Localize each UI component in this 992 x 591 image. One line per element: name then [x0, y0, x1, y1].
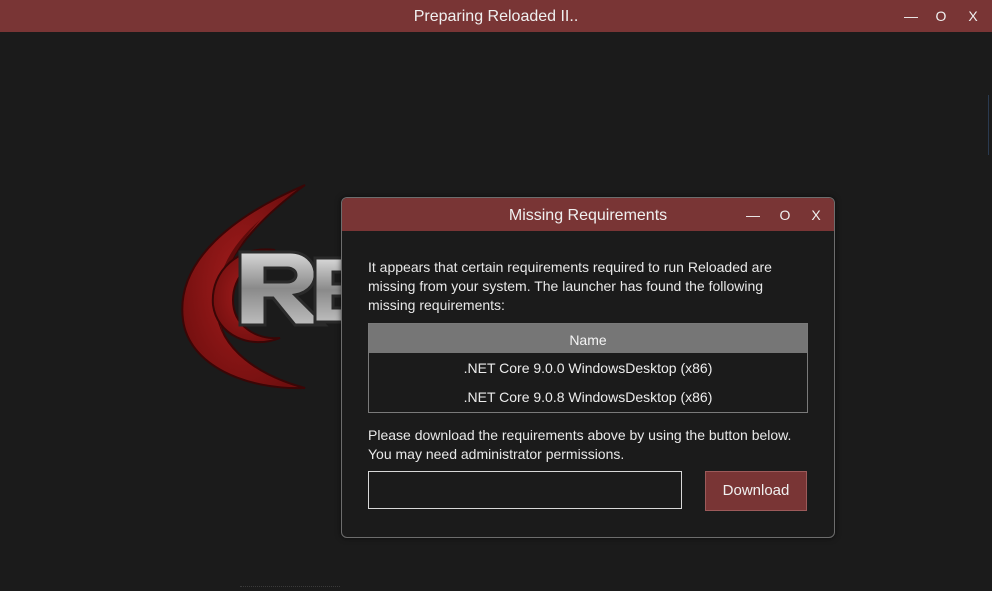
main-titlebar[interactable]: Preparing Reloaded II.. — O X: [0, 0, 992, 32]
missing-requirements-dialog: Missing Requirements — O X It appears th…: [341, 197, 835, 538]
window-title: Preparing Reloaded II..: [413, 8, 579, 25]
dialog-minimize-button[interactable]: —: [738, 199, 768, 231]
download-path-field[interactable]: [368, 471, 682, 509]
divider: [240, 586, 340, 590]
dialog-titlebar[interactable]: Missing Requirements — O X: [342, 198, 834, 231]
reloaded-logo-icon: [165, 180, 365, 400]
dialog-maximize-button[interactable]: O: [770, 199, 800, 231]
close-button[interactable]: X: [957, 0, 989, 32]
minimize-button[interactable]: —: [895, 0, 927, 32]
logo-graphic: [181, 184, 345, 390]
dialog-close-button[interactable]: X: [801, 199, 831, 231]
launcher-window: Preparing Reloaded II.. — O X Missing Re…: [0, 0, 992, 591]
download-button[interactable]: Download: [705, 471, 807, 511]
maximize-button[interactable]: O: [925, 0, 957, 32]
table-row[interactable]: .NET Core 9.0.0 WindowsDesktop (x86): [369, 353, 807, 382]
intro-text: It appears that certain requirements req…: [368, 259, 772, 313]
table-row[interactable]: .NET Core 9.0.8 WindowsDesktop (x86): [369, 382, 807, 411]
instructions-text: Please download the requirements above b…: [368, 427, 792, 462]
window-edge: [988, 95, 992, 155]
requirements-table: Name .NET Core 9.0.0 WindowsDesktop (x86…: [368, 323, 808, 413]
table-header-name[interactable]: Name: [369, 324, 807, 353]
